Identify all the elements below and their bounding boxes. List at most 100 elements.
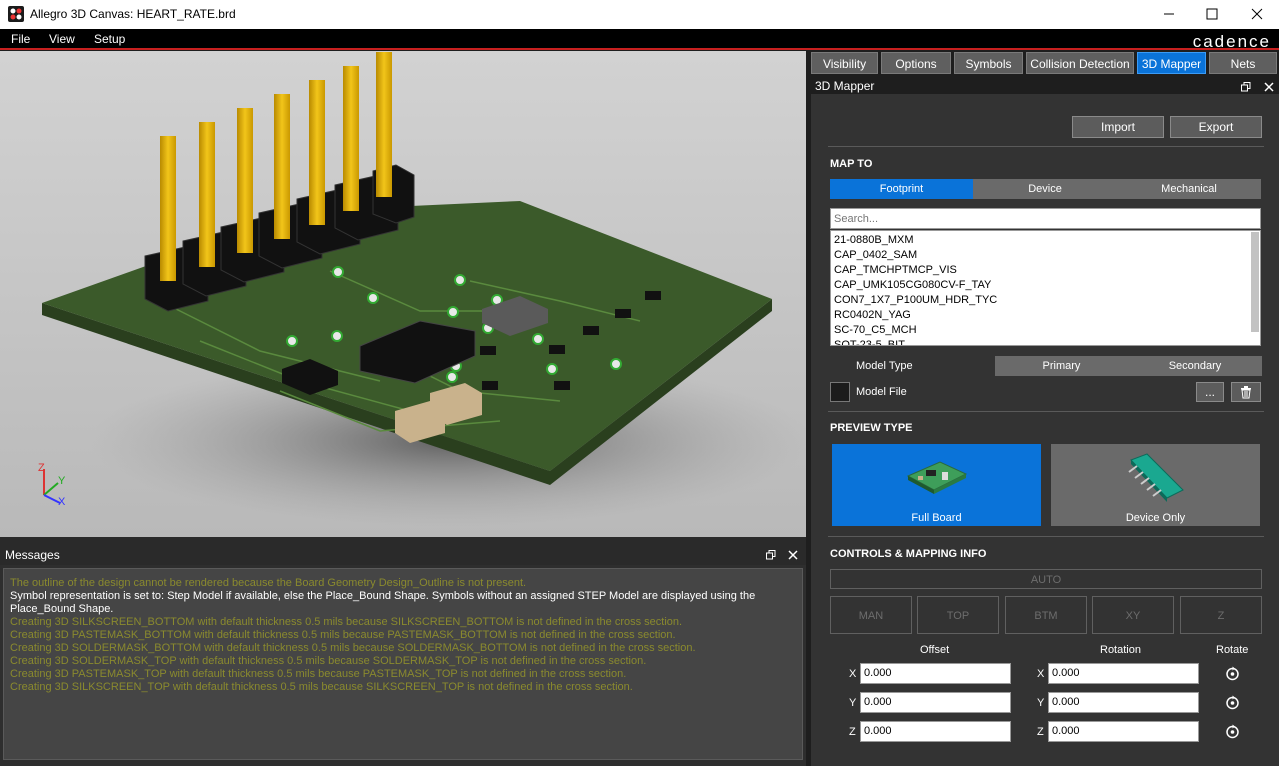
segment-secondary[interactable]: Secondary [1128, 356, 1262, 376]
close-icon [1251, 8, 1263, 20]
rotation-z-axis: Z [1037, 726, 1044, 738]
divider [828, 536, 1264, 537]
rotation-label: Rotation [1100, 644, 1141, 656]
offset-y-axis: Y [849, 697, 857, 709]
list-item[interactable]: CAP_TMCHPTMCP_VIS [834, 263, 1244, 278]
pcb-3d-render: Z Y X [38, 52, 806, 526]
tab-3d-mapper[interactable]: 3D Mapper [1137, 52, 1206, 74]
list-item[interactable]: CAP_0402_SAM [834, 248, 1244, 263]
delete-button[interactable] [1231, 382, 1261, 402]
cadence-logo: cadence [1192, 32, 1271, 51]
message-line: Creating 3D SILKSCREEN_TOP with default … [10, 681, 633, 693]
minimize-button[interactable] [1146, 0, 1192, 29]
tab-options[interactable]: Options [881, 52, 951, 74]
panel-header: 3D Mapper [808, 76, 1279, 94]
list-item[interactable]: SOT-23-5_BIT [834, 338, 1244, 345]
preview-full-board[interactable]: Full Board [832, 444, 1041, 526]
offset-label: Offset [920, 644, 950, 656]
menu-setup[interactable]: Setup [94, 32, 125, 46]
rotate-x-icon[interactable] [1225, 666, 1240, 681]
segment-primary[interactable]: Primary [995, 356, 1128, 376]
window-title: Allegro 3D Canvas: HEART_RATE.brd [30, 7, 236, 21]
rotation-x-field[interactable]: 0.000 [1048, 663, 1199, 684]
offset-z-field[interactable]: 0.000 [860, 721, 1011, 742]
btm-button[interactable]: BTM [1005, 596, 1087, 634]
menu-bar: File View Setup cadence [0, 29, 1279, 51]
xy-button[interactable]: XY [1092, 596, 1174, 634]
rotation-y-field[interactable]: 0.000 [1048, 692, 1199, 713]
rotate-y-icon[interactable] [1225, 695, 1240, 710]
offset-y-field[interactable]: 0.000 [860, 692, 1011, 713]
triad-y-label: Y [58, 475, 66, 487]
divider [828, 146, 1264, 147]
undock-icon[interactable] [766, 550, 776, 560]
tab-symbols[interactable]: Symbols [954, 52, 1023, 74]
messages-header: Messages [0, 545, 806, 565]
list-scrollbar[interactable] [1251, 232, 1259, 332]
maximize-icon [1206, 8, 1218, 20]
offset-x-field[interactable]: 0.000 [860, 663, 1011, 684]
preview-type-title: PREVIEW TYPE [830, 422, 913, 434]
rotate-z-icon[interactable] [1225, 724, 1240, 739]
segment-footprint[interactable]: Footprint [830, 179, 973, 199]
top-button[interactable]: TOP [917, 596, 999, 634]
right-pane: Visibility Options Symbols Collision Det… [808, 51, 1279, 766]
mapper-panel: Import Export MAP TO Footprint Device Me… [811, 94, 1279, 766]
man-button[interactable]: MAN [830, 596, 912, 634]
messages-title: Messages [5, 548, 60, 562]
close-button[interactable] [1234, 0, 1279, 29]
import-button[interactable]: Import [1072, 116, 1164, 138]
search-input[interactable] [830, 208, 1261, 229]
message-line: Symbol representation is set to: Step Mo… [10, 590, 756, 602]
menu-file[interactable]: File [11, 32, 30, 46]
message-line: Place_Bound Shape. [10, 603, 114, 615]
export-button[interactable]: Export [1170, 116, 1262, 138]
tab-visibility[interactable]: Visibility [811, 52, 878, 74]
viewport-splitter[interactable] [0, 537, 806, 545]
maximize-button[interactable] [1189, 0, 1235, 29]
list-item[interactable]: 21-0880B_MXM [834, 233, 1244, 248]
axis-triad: Z Y X [38, 462, 66, 508]
trash-icon [1241, 386, 1251, 399]
messages-panel: Messages The outline of the design canno… [0, 545, 806, 766]
chip-thumbnail-icon [1128, 453, 1184, 502]
preview-device-only[interactable]: Device Only [1051, 444, 1260, 526]
panel-title: 3D Mapper [815, 79, 875, 93]
tab-nets[interactable]: Nets [1209, 52, 1277, 74]
undock-icon[interactable] [1241, 82, 1251, 92]
message-line: The outline of the design cannot be rend… [10, 577, 527, 589]
device-only-label: Device Only [1125, 512, 1186, 524]
message-line: Creating 3D SOLDERMASK_TOP with default … [10, 655, 647, 667]
close-icon[interactable] [788, 550, 798, 560]
message-line: Creating 3D SILKSCREEN_BOTTOM with defau… [10, 616, 683, 628]
segment-mechanical[interactable]: Mechanical [1117, 179, 1261, 199]
list-item[interactable]: CON7_1X7_P100UM_HDR_TYC [834, 293, 1244, 308]
list-item[interactable]: CAP_UMK105CG080CV-F_TAY [834, 278, 1244, 293]
full-board-label: Full Board [911, 512, 962, 524]
offset-x-axis: X [849, 668, 857, 680]
rotation-y-axis: Y [1037, 697, 1045, 709]
footprint-list[interactable]: 21-0880B_MXM CAP_0402_SAM CAP_TMCHPTMCP_VI… [830, 230, 1261, 346]
controls-title: CONTROLS & MAPPING INFO [830, 548, 987, 560]
browse-button[interactable]: ... [1196, 382, 1224, 402]
z-button[interactable]: Z [1180, 596, 1262, 634]
list-item[interactable]: RC0402N_YAG [834, 308, 1244, 323]
title-bar: Allegro 3D Canvas: HEART_RATE.brd [0, 0, 1279, 29]
rotate-label: Rotate [1216, 644, 1249, 656]
3d-viewport[interactable]: Z Y X [0, 51, 806, 537]
map-to-title: MAP TO [830, 158, 873, 170]
auto-button[interactable]: AUTO [830, 569, 1262, 589]
close-icon[interactable] [1264, 82, 1274, 92]
triad-x-label: X [58, 496, 66, 508]
tab-collision-detection[interactable]: Collision Detection [1026, 52, 1134, 74]
model-file-checkbox[interactable] [830, 382, 850, 402]
list-item[interactable]: SC-70_C5_MCH [834, 323, 1244, 338]
model-file-label: Model File [856, 386, 907, 398]
minimize-icon [1164, 13, 1174, 15]
rotation-z-field[interactable]: 0.000 [1048, 721, 1199, 742]
triad-z-label: Z [38, 462, 45, 474]
segment-device[interactable]: Device [973, 179, 1117, 199]
menu-view[interactable]: View [49, 32, 75, 46]
message-line: Creating 3D PASTEMASK_TOP with default t… [10, 668, 627, 680]
messages-log[interactable]: The outline of the design cannot be rend… [3, 568, 803, 760]
